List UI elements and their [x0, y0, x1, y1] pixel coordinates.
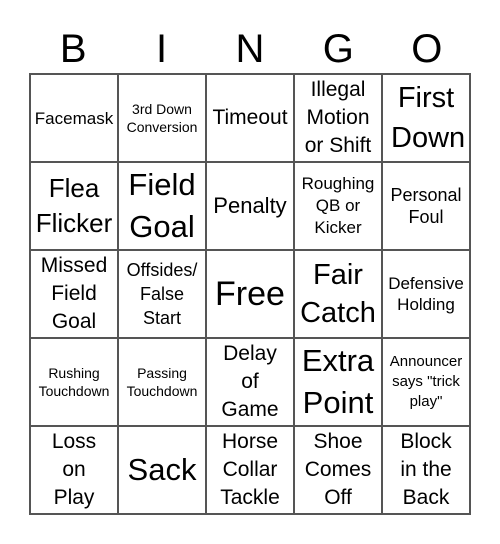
- bingo-cell[interactable]: Facemask: [30, 74, 118, 162]
- cell-text: Extra Point: [301, 343, 375, 420]
- bingo-cell[interactable]: Free: [206, 250, 294, 338]
- bingo-cell[interactable]: Field Goal: [118, 162, 206, 250]
- bingo-cell[interactable]: Loss on Play: [30, 426, 118, 514]
- bingo-cell[interactable]: Passing Touchdown: [118, 338, 206, 426]
- bingo-grid: Facemask 3rd Down Conversion Timeout Ill…: [29, 73, 471, 515]
- cell-text: 3rd Down Conversion: [126, 101, 198, 135]
- cell-text: Rushing Touchdown: [38, 365, 110, 399]
- cell-text: Horse Collar Tackle: [220, 430, 280, 509]
- cell-text: Delay of Game: [221, 342, 279, 421]
- bingo-cell[interactable]: Horse Collar Tackle: [206, 426, 294, 514]
- cell-text: Timeout: [212, 106, 288, 129]
- bingo-cell[interactable]: Timeout: [206, 74, 294, 162]
- bingo-cell[interactable]: Flea Flicker: [30, 162, 118, 250]
- bingo-cell[interactable]: Block in the Back: [382, 426, 470, 514]
- header-letter-b: B: [59, 27, 87, 71]
- cell-text: Loss on Play: [51, 430, 97, 509]
- header-letter-i: I: [156, 27, 168, 71]
- bingo-cell[interactable]: Personal Foul: [382, 162, 470, 250]
- bingo-cell[interactable]: 3rd Down Conversion: [118, 74, 206, 162]
- cell-text: Roughing QB or Kicker: [301, 174, 375, 237]
- cell-text: Shoe Comes Off: [304, 430, 372, 509]
- cell-text: Passing Touchdown: [126, 365, 198, 399]
- bingo-cell[interactable]: Roughing QB or Kicker: [294, 162, 382, 250]
- bingo-cell[interactable]: Sack: [118, 426, 206, 514]
- cell-text: Fair Catch: [300, 259, 376, 329]
- cell-text: Personal Foul: [390, 185, 462, 227]
- bingo-cell[interactable]: Extra Point: [294, 338, 382, 426]
- cell-text: Illegal Motion or Shift: [304, 78, 372, 157]
- cell-text: Offsides/ False Start: [126, 260, 198, 328]
- cell-text: Block in the Back: [400, 430, 452, 509]
- bingo-cell[interactable]: First Down: [382, 74, 470, 162]
- cell-text: Facemask: [34, 108, 114, 128]
- header-letter-g: G: [322, 27, 354, 71]
- bingo-cell[interactable]: Announcer says "trick play": [382, 338, 470, 426]
- bingo-header: B I N G O: [29, 24, 471, 74]
- bingo-cell[interactable]: Fair Catch: [294, 250, 382, 338]
- bingo-cell[interactable]: Defensive Holding: [382, 250, 470, 338]
- header-letter-n: N: [235, 27, 265, 71]
- bingo-cell[interactable]: Delay of Game: [206, 338, 294, 426]
- cell-text: First Down: [391, 82, 466, 154]
- bingo-cell[interactable]: Missed Field Goal: [30, 250, 118, 338]
- bingo-cell[interactable]: Penalty: [206, 162, 294, 250]
- cell-text: Announcer says "trick play": [389, 353, 463, 410]
- cell-text: Flea Flicker: [35, 173, 113, 238]
- bingo-cell[interactable]: Offsides/ False Start: [118, 250, 206, 338]
- bingo-cell[interactable]: Shoe Comes Off: [294, 426, 382, 514]
- cell-text: Defensive Holding: [388, 274, 464, 314]
- bingo-cell[interactable]: Rushing Touchdown: [30, 338, 118, 426]
- cell-text: Missed Field Goal: [40, 254, 108, 333]
- header-letter-o: O: [411, 27, 443, 71]
- cell-text: Penalty: [213, 193, 287, 218]
- bingo-cell[interactable]: Illegal Motion or Shift: [294, 74, 382, 162]
- cell-text: Free: [215, 275, 285, 313]
- cell-text: Sack: [127, 452, 197, 487]
- cell-text: Field Goal: [128, 167, 196, 244]
